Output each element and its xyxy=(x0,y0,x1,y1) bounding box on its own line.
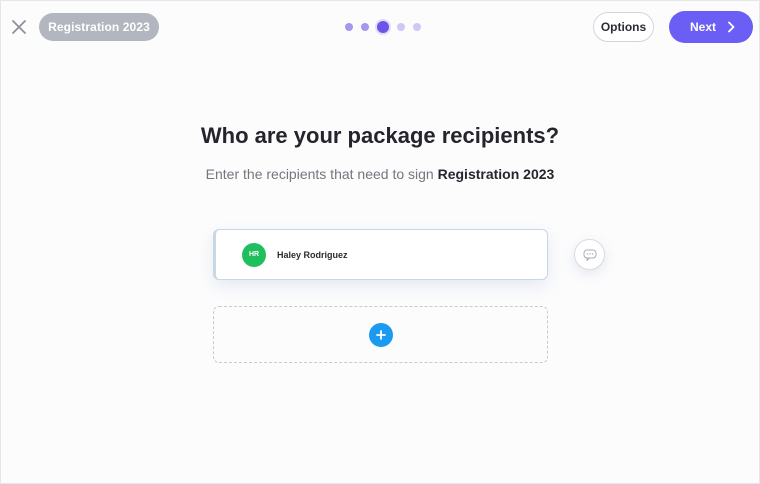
message-button[interactable] xyxy=(574,239,605,270)
avatar: HR xyxy=(242,242,266,267)
chat-bubble-icon xyxy=(583,249,596,261)
wizard-window: Registration 2023 Options Next Who are y… xyxy=(0,0,760,484)
options-button-label: Options xyxy=(600,20,647,34)
page-title: Who are your package recipients? xyxy=(200,123,560,148)
subtitle-text: Enter the recipients that need to sign xyxy=(205,166,434,182)
recipient-name: Haley Rodriguez xyxy=(277,249,348,260)
step-dot-2 xyxy=(361,23,369,31)
next-button[interactable]: Next xyxy=(669,11,753,43)
page-subtitle: Enter the recipients that need to sign R… xyxy=(1,166,759,182)
step-dot-3-current xyxy=(377,21,389,33)
options-button[interactable]: Options xyxy=(593,12,654,42)
plus-icon xyxy=(375,329,386,340)
step-dot-1 xyxy=(345,23,353,31)
recipient-card[interactable]: HR Haley Rodriguez xyxy=(213,229,548,280)
close-icon[interactable] xyxy=(10,18,28,36)
step-dot-5 xyxy=(413,23,421,31)
avatar-initials: HR xyxy=(248,251,260,258)
step-indicator xyxy=(345,21,421,33)
next-button-label: Next xyxy=(689,20,716,34)
add-recipient-slot[interactable] xyxy=(213,306,548,363)
package-name-badge: Registration 2023 xyxy=(39,13,159,41)
step-dot-4 xyxy=(397,23,405,31)
add-recipient-button[interactable] xyxy=(368,322,393,347)
package-name-label: Registration 2023 xyxy=(48,20,150,34)
chevron-right-icon xyxy=(728,21,735,33)
subtitle-package-name: Registration 2023 xyxy=(437,166,555,182)
